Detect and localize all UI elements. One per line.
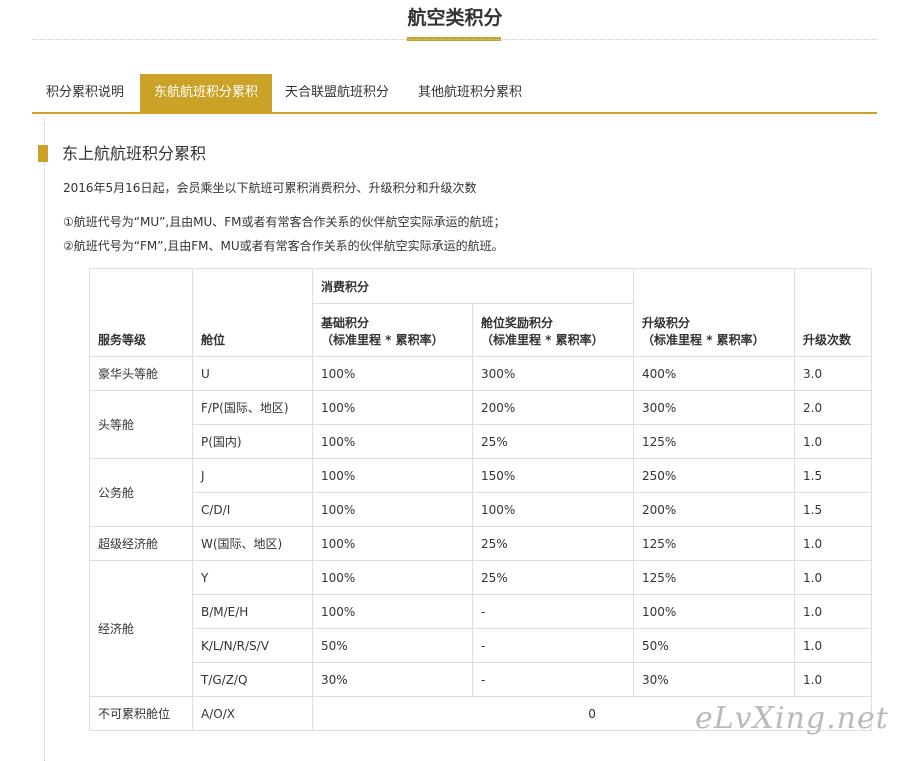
base-points-cell: 100% <box>312 526 473 561</box>
table-row: K/L/N/R/S/V 50% - 50% 1.0 <box>90 628 873 663</box>
cabin-bonus-cell: - <box>471 628 635 663</box>
upgrade-points-cell: 125% <box>633 424 796 459</box>
table-row: 公务舱 J 100% 150% 250% 1.5 <box>89 458 873 527</box>
base-points-cell: 50% <box>312 628 473 663</box>
cabin-cell: Y <box>192 560 313 595</box>
base-points-cell: 100% <box>312 458 473 493</box>
cabin-cell: P(国内) <box>192 424 313 459</box>
upgrade-count-cell: 1.0 <box>794 526 873 561</box>
upgrade-count-cell: 1.5 <box>794 492 873 527</box>
cabin-bonus-cell: 25% <box>471 424 635 459</box>
service-class-cell: 公务舱 <box>89 458 193 527</box>
upgrade-count-cell: 1.5 <box>794 458 873 493</box>
upgrade-count-cell: 3.0 <box>794 356 873 391</box>
cabin-cell: C/D/I <box>192 492 313 527</box>
header-base-points-label: 基础积分 <box>321 316 370 330</box>
cabin-bonus-cell: 100% <box>471 492 635 527</box>
rule-1-text: ①航班代号为“MU”,且由MU、FM或者有常客合作关系的伙伴航空实际承运的航班； <box>63 215 506 229</box>
table-row: B/M/E/H 100% - 100% 1.0 <box>90 594 873 629</box>
points-table: 服务等级 舱位 消费积分 升级积分 （标准里程 * 累积率） 升级次数 基础积分… <box>89 268 873 731</box>
rule-2-text: ②航班代号为“FM”,且由FM、MU或者有常客合作关系的伙伴航空实际承运的航班。 <box>63 239 504 253</box>
cabin-cell: K/L/N/R/S/V <box>192 628 313 663</box>
header-cabin-bonus: 舱位奖励积分 （标准里程 * 累积率） <box>471 303 635 357</box>
cabin-bonus-cell: - <box>471 594 635 629</box>
header-upgrade-count: 升级次数 <box>794 268 873 357</box>
base-points-cell: 100% <box>312 594 473 629</box>
header-upgrade-points: 升级积分 （标准里程 * 累积率） <box>633 268 796 357</box>
section-title: 东上航航班积分累积 <box>62 144 207 163</box>
section-marker <box>38 145 48 162</box>
table-row: C/D/I 100% 100% 200% 1.5 <box>90 492 873 527</box>
tab-other-flight-points[interactable]: 其他航班积分累积 <box>402 74 538 112</box>
header-cabin: 舱位 <box>192 268 313 357</box>
upgrade-points-cell: 100% <box>633 594 796 629</box>
upgrade-points-cell: 50% <box>633 628 796 663</box>
upgrade-points-cell: 400% <box>633 356 796 391</box>
upgrade-count-cell: 2.0 <box>794 390 873 425</box>
upgrade-points-cell: 200% <box>633 492 796 527</box>
page-title: 航空类积分 <box>407 7 503 29</box>
upgrade-count-cell: 1.0 <box>794 662 873 697</box>
header-consumption-points: 消费积分 <box>311 268 635 304</box>
service-class-cell: 头等舱 <box>89 390 193 459</box>
cabin-cell: F/P(国际、地区) <box>192 390 313 425</box>
service-class-cell: 经济舱 <box>89 560 193 697</box>
upgrade-points-cell: 30% <box>633 662 796 697</box>
tab-eastern-flight-points[interactable]: 东航航班积分累积 <box>140 74 272 112</box>
cabin-cell: U <box>192 356 313 391</box>
tab-bar: 积分累积说明 东航航班积分累积 天合联盟航班积分 其他航班积分累积 <box>32 74 877 114</box>
base-points-cell: 30% <box>312 662 473 697</box>
tab-skyteam-flight-points[interactable]: 天合联盟航班积分 <box>272 74 402 112</box>
base-points-cell: 100% <box>312 560 473 595</box>
title-divider <box>32 39 877 40</box>
table-row: T/G/Z/Q 30% - 30% 1.0 <box>90 662 873 697</box>
table-row: P(国内) 100% 25% 125% 1.0 <box>90 424 873 459</box>
base-points-cell: 100% <box>312 424 473 459</box>
upgrade-points-cell: 250% <box>633 458 796 493</box>
cabin-bonus-cell: 200% <box>471 390 635 425</box>
header-cabin-bonus-label: 舱位奖励积分 <box>481 316 554 330</box>
cabin-bonus-cell: 300% <box>471 356 635 391</box>
left-divider <box>44 118 45 761</box>
watermark-logo: eLvXing.net <box>695 701 889 736</box>
upgrade-points-cell: 125% <box>633 560 796 595</box>
header-cabin-bonus-formula: （标准里程 * 累积率） <box>481 333 604 347</box>
intro-text: 2016年5月16日起，会员乘坐以下航班可累积消费积分、升级积分和升级次数 <box>63 181 477 195</box>
table-row: 豪华头等舱 U 100% 300% 400% 3.0 <box>89 356 873 391</box>
base-points-cell: 100% <box>312 390 473 425</box>
upgrade-count-cell: 1.0 <box>794 594 873 629</box>
header-service-class: 服务等级 <box>89 268 193 357</box>
header-base-points: 基础积分 （标准里程 * 累积率） <box>312 303 473 357</box>
table-row: 经济舱 Y 100% 25% 125% 1.0 <box>89 560 873 697</box>
header-upgrade-points-label: 升级积分 <box>642 316 691 330</box>
cabin-bonus-cell: 150% <box>471 458 635 493</box>
cabin-bonus-cell: 25% <box>471 526 635 561</box>
base-points-cell: 100% <box>312 492 473 527</box>
upgrade-count-cell: 1.0 <box>794 628 873 663</box>
base-points-cell: 100% <box>312 356 473 391</box>
cabin-bonus-cell: 25% <box>471 560 635 595</box>
service-class-cell: 超级经济舱 <box>89 526 193 561</box>
cabin-cell: J <box>192 458 313 493</box>
service-class-cell: 不可累积舱位 <box>89 696 193 731</box>
table-row: 超级经济舱 W(国际、地区) 100% 25% 125% 1.0 <box>89 526 873 561</box>
upgrade-count-cell: 1.0 <box>794 424 873 459</box>
upgrade-points-cell: 300% <box>633 390 796 425</box>
service-class-cell: 豪华头等舱 <box>89 356 193 391</box>
cabin-cell: B/M/E/H <box>192 594 313 629</box>
upgrade-count-cell: 1.0 <box>794 560 873 595</box>
cabin-cell: W(国际、地区) <box>192 526 313 561</box>
header-upgrade-points-formula: （标准里程 * 累积率） <box>642 333 765 347</box>
upgrade-points-cell: 125% <box>633 526 796 561</box>
table-row: 头等舱 F/P(国际、地区) 100% 200% 300% 2.0 <box>89 390 873 459</box>
tab-points-accrual-info[interactable]: 积分累积说明 <box>32 74 138 112</box>
cabin-bonus-cell: - <box>471 662 635 697</box>
cabin-cell: T/G/Z/Q <box>192 662 313 697</box>
header-base-points-formula: （标准里程 * 累积率） <box>321 333 444 347</box>
cabin-cell: A/O/X <box>192 696 313 731</box>
